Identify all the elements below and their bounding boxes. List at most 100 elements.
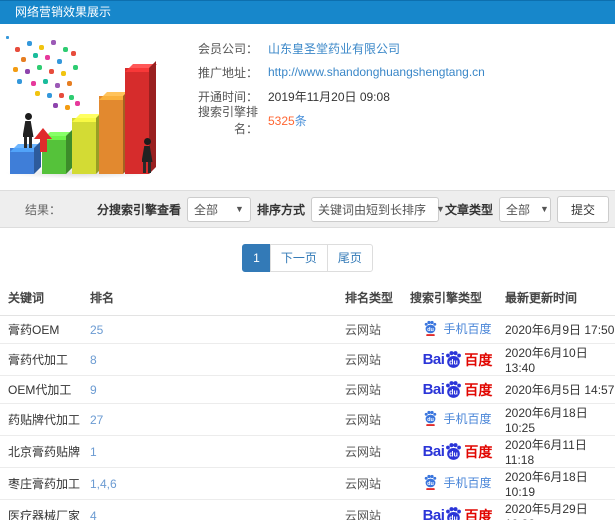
confetti-decoration [6, 36, 9, 39]
baidu-paw-icon: du [446, 443, 462, 460]
rank-count-label: 搜索引擎排名： [197, 105, 258, 136]
svg-text:du: du [428, 327, 435, 333]
keyword-cell: 枣庄膏药加工 [0, 467, 82, 500]
svg-text:du: du [428, 481, 435, 487]
rank-link[interactable]: 27 [82, 403, 345, 436]
table-header-row: 关键词 排名 排名类型 搜索引擎类型 最新更新时间 [0, 284, 615, 316]
baidu-paw-icon: du [446, 351, 462, 368]
company-info: 会员公司： 山东皇圣堂药业有限公司 推广地址： http://www.shand… [178, 30, 615, 182]
rank-type-cell: 云网站 [345, 435, 410, 468]
baidu-logo: Bai du 百度 [423, 380, 493, 400]
baidu-paw-icon: du [446, 381, 462, 398]
info-row-url: 推广地址： http://www.shandonghuangshengtang.… [178, 60, 615, 84]
rank-link[interactable]: 1 [82, 435, 345, 468]
svg-text:du: du [450, 389, 459, 397]
col-header-rank: 排名 [82, 284, 345, 316]
engine-cell: du 手机百度 Bai du 百度 [410, 435, 505, 468]
keyword-cell: 膏药代加工 [0, 343, 82, 376]
mobile-baidu-logo: du 手机百度 [423, 410, 492, 427]
last-page-button[interactable]: 尾页 [326, 244, 373, 272]
growth-chart-illustration [0, 30, 178, 182]
svg-text:du: du [450, 515, 459, 520]
rank-type-cell: 云网站 [345, 343, 410, 376]
sort-value: 关键词由短到长排序 [317, 202, 426, 217]
rank-type-cell: 云网站 [345, 375, 410, 404]
rank-link[interactable]: 8 [82, 343, 345, 376]
article-type-select[interactable]: 全部 ▼ [498, 196, 551, 222]
chevron-down-icon: ▼ [235, 204, 244, 214]
mobile-baidu-label: 手机百度 [443, 321, 492, 336]
promotion-url-link[interactable]: http://www.shandonghuangshengtang.cn [268, 65, 485, 79]
pagination: 1 下一页 尾页 [0, 244, 615, 272]
engine-cell: du 手机百度 Bai du 百度 [410, 343, 505, 376]
next-page-button[interactable]: 下一页 [269, 244, 328, 272]
baidu-bai-text: Bai [422, 507, 445, 520]
keyword-cell: 北京膏药贴牌 [0, 435, 82, 468]
col-header-keyword: 关键词 [0, 284, 82, 316]
article-type-label: 文章类型 [444, 202, 493, 217]
keyword-cell: 药贴牌代加工 [0, 403, 82, 436]
updated-cell: 2020年6月10日 13:40 [505, 343, 615, 376]
rank-link[interactable]: 4 [82, 499, 345, 520]
engine-cell: du 手机百度 Bai du 百度 [410, 467, 505, 500]
filter-controls: 分搜索引擎查看 全部 ▼ 排序方式 关键词由短到长排序 ▼ 文章类型 全部 ▼ … [96, 195, 609, 223]
baidu-bai-text: Bai [422, 381, 445, 398]
engine-filter-select[interactable]: 全部 ▼ [186, 196, 251, 222]
rank-type-cell: 云网站 [345, 315, 410, 344]
rank-link[interactable]: 25 [82, 315, 345, 344]
sort-select[interactable]: 关键词由短到长排序 ▼ [310, 196, 445, 222]
table-row: 膏药代加工 8 云网站 du 手机百度 Bai [0, 343, 615, 376]
rank-type-cell: 云网站 [345, 499, 410, 520]
info-row-rank-count: 搜索引擎排名： 5325条 [178, 105, 615, 136]
rank-link[interactable]: 9 [82, 375, 345, 404]
svg-text:du: du [428, 417, 435, 423]
rank-link[interactable]: 1,4,6 [82, 467, 345, 500]
baidu-cn-text: 百度 [464, 381, 493, 398]
rank-type-cell: 云网站 [345, 403, 410, 436]
chevron-down-icon: ▼ [540, 204, 549, 214]
baidu-logo: Bai du 百度 [422, 506, 492, 520]
rank-count-value: 5325条 [268, 113, 307, 128]
engine-filter-label: 分搜索引擎查看 [96, 202, 181, 217]
results-table: 关键词 排名 排名类型 搜索引擎类型 最新更新时间 膏药OEM 25 云网站 d… [0, 284, 615, 520]
baidu-bai-text: Bai [422, 443, 445, 460]
info-row-company: 会员公司： 山东皇圣堂药业有限公司 [178, 36, 615, 60]
opened-time: 2019年11月20日 09:08 [268, 89, 390, 104]
opened-label: 开通时间： [197, 89, 258, 104]
updated-cell: 2020年6月11日 11:18 [505, 435, 615, 468]
baidu-bai-text: Bai [422, 351, 445, 368]
businessman-left [20, 113, 36, 148]
chevron-down-icon: ▼ [435, 204, 445, 214]
mobile-baidu-logo: du 手机百度 [423, 320, 492, 337]
engine-cell: du 手机百度 Bai du 百度 [410, 403, 505, 436]
sort-label: 排序方式 [256, 202, 305, 217]
keyword-cell: 膏药OEM [0, 315, 82, 344]
engine-cell: du 手机百度 Bai du 百度 [410, 499, 505, 520]
filter-bar: 结果： 分搜索引擎查看 全部 ▼ 排序方式 关键词由短到长排序 ▼ 文章类型 全… [0, 190, 615, 228]
updated-cell: 2020年6月9日 17:50 [505, 315, 615, 344]
svg-text:du: du [450, 451, 459, 459]
bar-yellow [72, 118, 96, 174]
up-arrow-icon [33, 128, 53, 152]
businessman-right [139, 138, 155, 173]
table-row: 膏药OEM 25 云网站 du 手机百度 Bai [0, 315, 615, 344]
company-link[interactable]: 山东皇圣堂药业有限公司 [268, 40, 400, 57]
page-button-current[interactable]: 1 [242, 244, 271, 272]
bar-blue [10, 148, 34, 174]
table-row: OEM代加工 9 云网站 du 手机百度 Bai [0, 375, 615, 404]
company-label: 会员公司： [197, 41, 258, 56]
table-row: 医疗器械厂家 4 云网站 du 手机百度 Bai [0, 499, 615, 520]
table-row: 药贴牌代加工 27 云网站 du 手机百度 Bai [0, 403, 615, 436]
baidu-logo: Bai du 百度 [423, 442, 493, 462]
baidu-paw-icon: du [425, 321, 437, 337]
updated-cell: 2020年6月18日 10:25 [505, 403, 615, 436]
submit-button[interactable]: 提交 [556, 195, 609, 223]
keyword-cell: 医疗器械厂家 [0, 499, 82, 520]
table-body: 膏药OEM 25 云网站 du 手机百度 Bai [0, 315, 615, 520]
baidu-paw-icon: du [446, 507, 462, 520]
page-title: 网络营销效果展示 [15, 5, 112, 19]
table-row: 北京膏药贴牌 1 云网站 du 手机百度 Bai [0, 435, 615, 468]
title-bar: 网络营销效果展示 [0, 0, 615, 24]
result-label: 结果： [25, 202, 62, 217]
url-label: 推广地址： [197, 65, 258, 80]
